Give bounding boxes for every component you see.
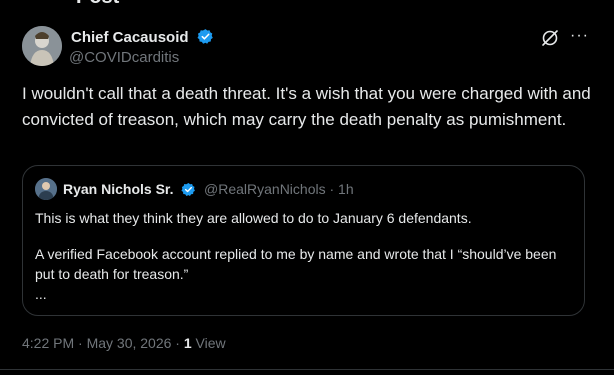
quote-author-row[interactable]: Ryan Nichols Sr. [63, 181, 196, 200]
post-timestamp[interactable]: 4:22 PM · May 30, 2026 · [22, 335, 184, 351]
avatar[interactable] [22, 26, 62, 66]
top-bar: ← Post [0, 0, 614, 8]
verified-badge-icon [197, 28, 214, 49]
grok-icon[interactable] [540, 28, 560, 48]
quote-avatar[interactable] [35, 178, 57, 200]
quote-author-name[interactable]: Ryan Nichols Sr. [63, 181, 173, 197]
author-name-row[interactable]: Chief Cacausoid [71, 28, 214, 49]
author-name[interactable]: Chief Cacausoid [71, 29, 189, 46]
more-options-icon[interactable]: ··· [570, 27, 589, 45]
quote-author-handle[interactable]: @RealRyanNichols · 1h [204, 181, 354, 197]
page-title: Post [76, 0, 119, 9]
view-count: 1 [183, 335, 192, 351]
view-label: View [191, 335, 226, 351]
post-meta: 4:22 PM · May 30, 2026 · 1 View [22, 335, 226, 351]
quote-paragraph-2: A verified Facebook account replied to m… [35, 246, 557, 282]
quote-paragraph-1: This is what they think they are allowed… [35, 210, 472, 226]
author-handle[interactable]: @COVIDcarditis [69, 49, 179, 66]
back-arrow-icon[interactable]: ← [26, 0, 42, 4]
quote-ellipsis: ... [35, 286, 47, 302]
quoted-post[interactable]: Ryan Nichols Sr. @RealRyanNichols · 1h T… [22, 165, 585, 316]
divider [0, 369, 614, 370]
verified-badge-icon [181, 182, 196, 200]
quote-text: This is what they think they are allowed… [35, 208, 575, 304]
post-text: I wouldn't call that a death threat. It'… [22, 84, 591, 129]
